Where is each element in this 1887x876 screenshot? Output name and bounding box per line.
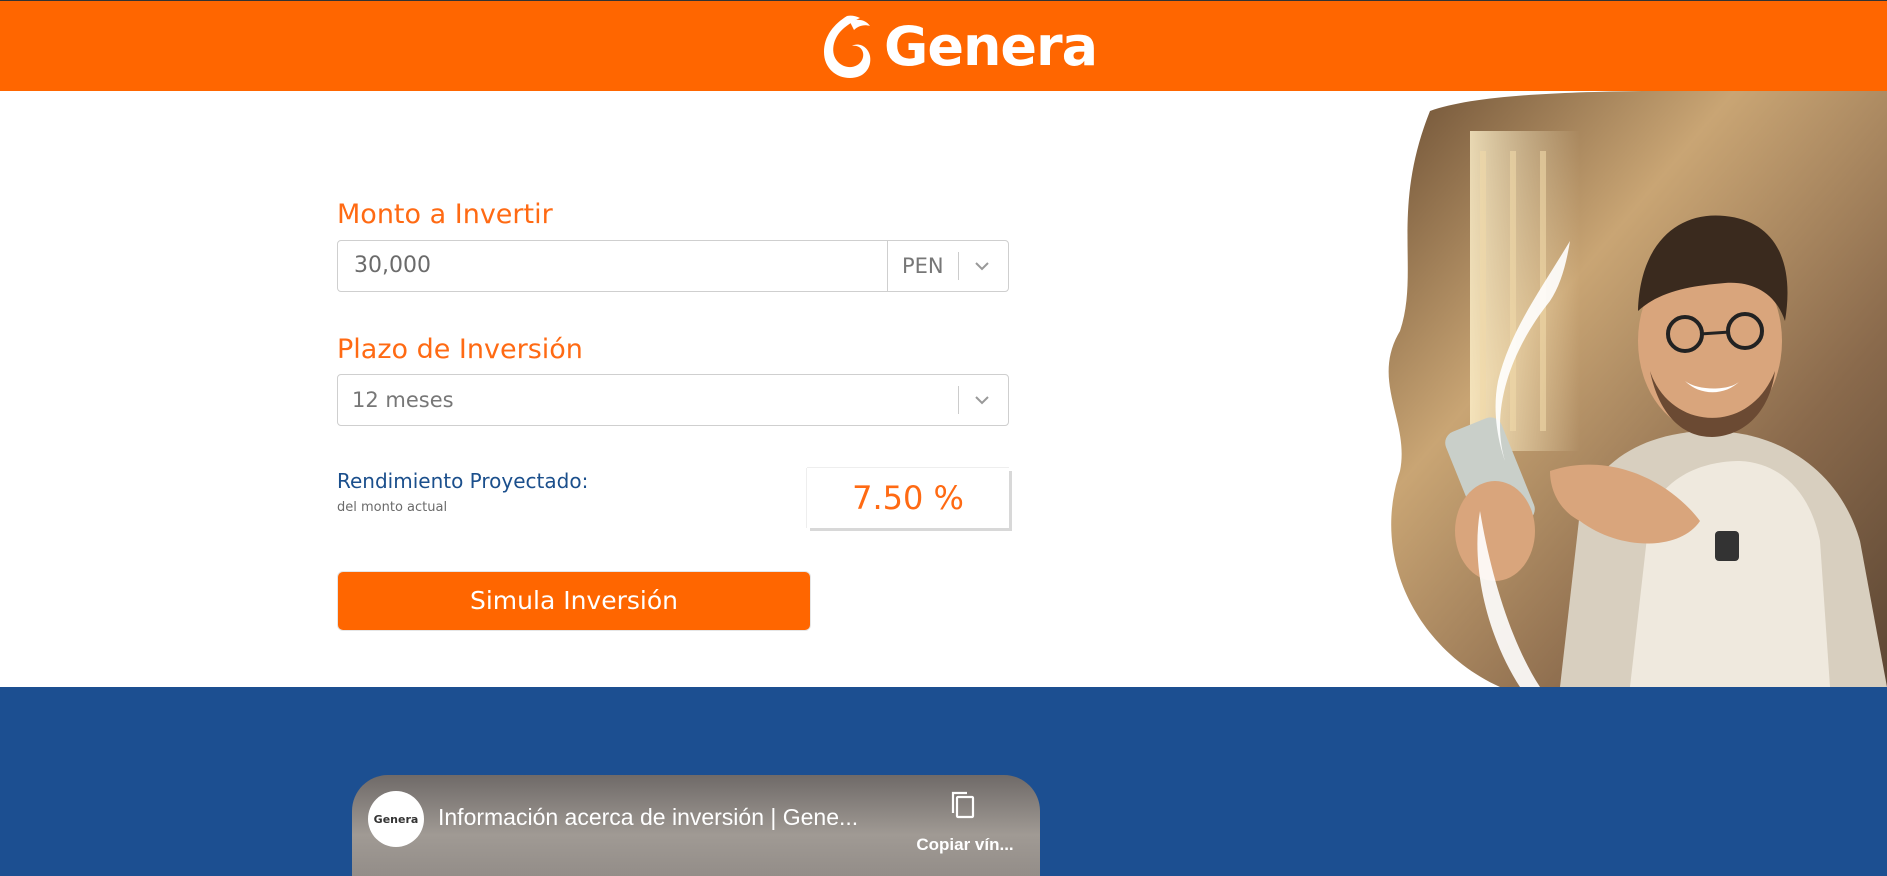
copy-link-label: Copiar vín... bbox=[916, 835, 1014, 854]
copy-link-icon bbox=[951, 791, 975, 819]
term-select[interactable]: 12 meses bbox=[337, 374, 1009, 426]
video-player[interactable]: Genera Información acerca de inversión |… bbox=[352, 775, 1040, 876]
chevron-down-icon bbox=[975, 262, 989, 271]
channel-avatar[interactable]: Genera bbox=[368, 791, 424, 847]
amount-label: Monto a Invertir bbox=[337, 199, 553, 230]
amount-input[interactable]: 30,000 bbox=[337, 240, 889, 292]
yield-value: 7.50 % bbox=[852, 479, 964, 517]
video-title[interactable]: Información acerca de inversión | Gene..… bbox=[438, 804, 858, 831]
term-label: Plazo de Inversión bbox=[337, 334, 583, 365]
currency-separator bbox=[958, 252, 959, 280]
channel-logo-text: Genera bbox=[373, 812, 419, 826]
term-separator bbox=[958, 386, 959, 414]
copy-link-button[interactable]: Copiar vín... bbox=[900, 789, 1030, 859]
yield-box: 7.50 % bbox=[807, 468, 1009, 528]
hero-photo bbox=[1388, 91, 1887, 687]
currency-select[interactable]: PEN bbox=[887, 240, 1009, 292]
yield-label: Rendimiento Proyectado: bbox=[337, 469, 589, 493]
currency-value: PEN bbox=[902, 254, 944, 278]
yield-sublabel: del monto actual bbox=[337, 500, 448, 515]
term-value: 12 meses bbox=[352, 388, 454, 412]
genera-logo-icon bbox=[824, 15, 871, 78]
chevron-down-icon bbox=[975, 396, 989, 405]
logo-text: Genera bbox=[884, 15, 1098, 78]
top-header: Genera bbox=[0, 0, 1887, 91]
genera-logo[interactable]: Genera bbox=[820, 13, 1098, 81]
simulator-section: Monto a Invertir 30,000 PEN Plazo de Inv… bbox=[0, 91, 1887, 687]
video-section: Genera Información acerca de inversión |… bbox=[0, 687, 1887, 876]
simulate-button[interactable]: Simula Inversión bbox=[337, 571, 811, 631]
